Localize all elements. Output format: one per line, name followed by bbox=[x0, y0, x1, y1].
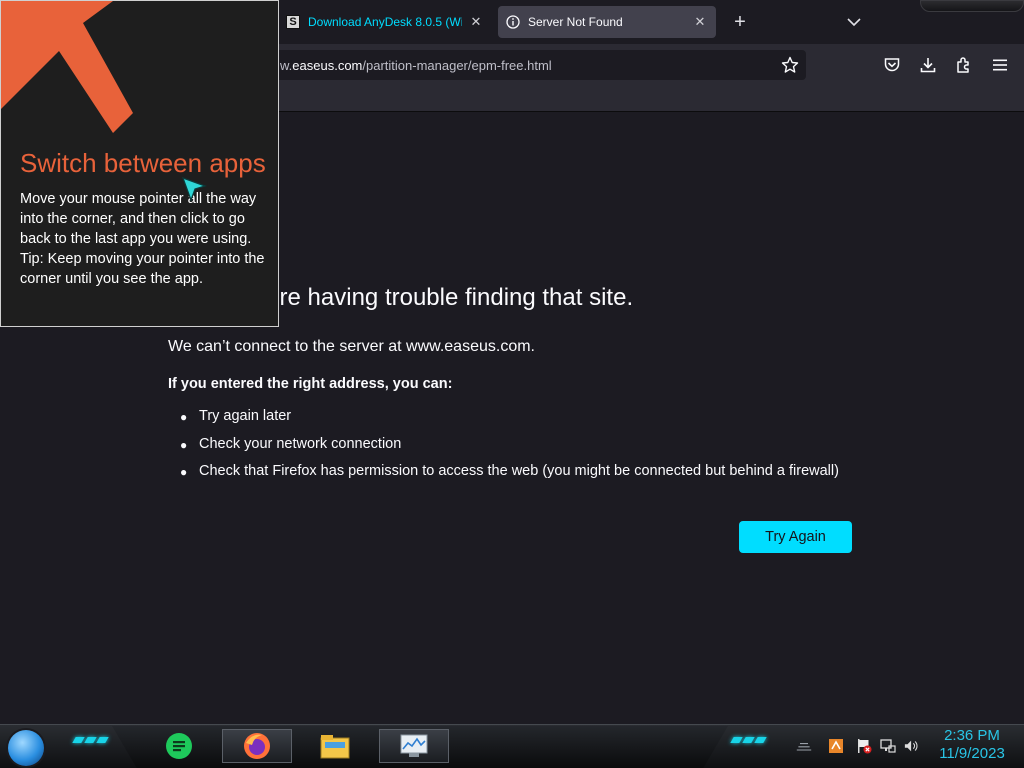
firefox-icon bbox=[244, 733, 270, 759]
tip-title: Switch between apps bbox=[20, 148, 266, 178]
switch-apps-tip-overlay: Switch between apps Move your mouse poin… bbox=[0, 0, 279, 327]
close-tab-icon[interactable]: ✕ bbox=[692, 14, 708, 30]
suggestions-heading: If you entered the right address, you ca… bbox=[168, 376, 453, 392]
tab-server-not-found[interactable]: Server Not Found ✕ bbox=[498, 6, 716, 38]
clock-date: 11/9/2023 bbox=[939, 745, 1005, 762]
extensions-icon[interactable] bbox=[953, 54, 975, 76]
tab-title: Download AnyDesk 8.0.5 (Wind bbox=[308, 15, 462, 29]
app-tray-icon[interactable] bbox=[828, 738, 844, 754]
firefox-taskbar-button[interactable] bbox=[222, 729, 292, 763]
tip-instructions: Move your mouse pointer all the way into… bbox=[20, 191, 257, 247]
url-prefix: w. bbox=[280, 57, 293, 73]
list-item: ● Try again later bbox=[180, 408, 292, 424]
info-icon bbox=[506, 15, 520, 29]
chevron-down-icon bbox=[847, 18, 861, 27]
start-button[interactable] bbox=[8, 730, 44, 766]
system-clock[interactable]: 2:36 PM 11/9/2023 bbox=[934, 727, 1010, 763]
show-hidden-icons-icon[interactable] bbox=[796, 738, 812, 754]
pocket-icon[interactable] bbox=[881, 54, 903, 76]
tab-anydesk[interactable]: S Download AnyDesk 8.0.5 (Wind ✕ bbox=[278, 6, 492, 38]
menu-hamburger-icon[interactable] bbox=[989, 54, 1011, 76]
try-again-button[interactable]: Try Again bbox=[739, 521, 852, 553]
taskbar-decoration bbox=[730, 737, 767, 743]
taskbar-decoration bbox=[72, 737, 109, 743]
mouse-cursor-icon bbox=[181, 176, 207, 202]
network-icon[interactable] bbox=[880, 738, 896, 754]
clock-time: 2:36 PM bbox=[944, 727, 1000, 744]
tip-body: Move your mouse pointer all the way into… bbox=[20, 189, 268, 289]
url-path: /partition-manager/epm-free.html bbox=[362, 57, 552, 73]
task-manager-icon bbox=[400, 734, 428, 757]
url-host: easeus.com bbox=[292, 57, 363, 73]
corner-arrow-icon bbox=[1, 1, 133, 133]
downloads-icon[interactable] bbox=[917, 54, 939, 76]
task-manager-taskbar-button[interactable] bbox=[379, 729, 449, 763]
url-bar[interactable]: w. easeus.com/partition-manager/epm-free.… bbox=[272, 50, 806, 80]
list-all-tabs-button[interactable] bbox=[842, 10, 866, 34]
list-item: ● Check your network connection bbox=[180, 435, 402, 452]
action-center-flag-icon[interactable] bbox=[856, 738, 872, 754]
error-description: We can’t connect to the server at www.ea… bbox=[168, 338, 535, 355]
file-explorer-icon[interactable] bbox=[319, 730, 351, 762]
tab-favicon: S bbox=[286, 15, 300, 29]
suggestions-list: ● Try again later ● Check your network con… bbox=[180, 408, 839, 491]
tab-title: Server Not Found bbox=[528, 15, 623, 29]
notes-app-icon[interactable] bbox=[163, 730, 195, 762]
window-decoration bbox=[920, 0, 1024, 12]
close-tab-icon[interactable]: ✕ bbox=[468, 14, 484, 30]
bookmark-star-icon[interactable] bbox=[780, 55, 800, 75]
list-item: ● Check that Firefox has permission to ac… bbox=[180, 463, 839, 479]
volume-icon[interactable] bbox=[904, 738, 920, 754]
tip-hint: Tip: Keep moving your pointer into the c… bbox=[20, 251, 265, 287]
new-tab-button[interactable]: + bbox=[728, 10, 752, 34]
